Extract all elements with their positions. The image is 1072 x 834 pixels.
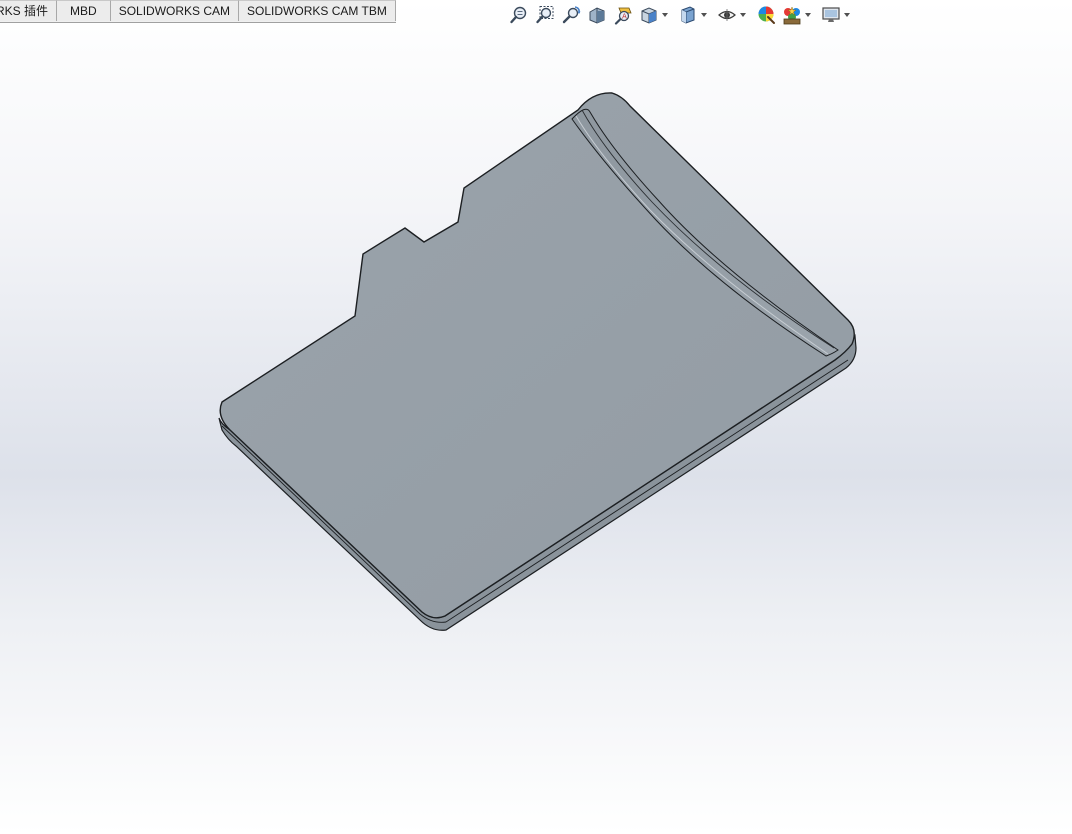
card-top-face — [219, 92, 855, 619]
micro-sd-card-model[interactable] — [0, 0, 1072, 834]
graphics-area[interactable]: RKS 插件 MBD SOLIDWORKS CAM SOLIDWORKS CAM… — [0, 0, 1072, 834]
